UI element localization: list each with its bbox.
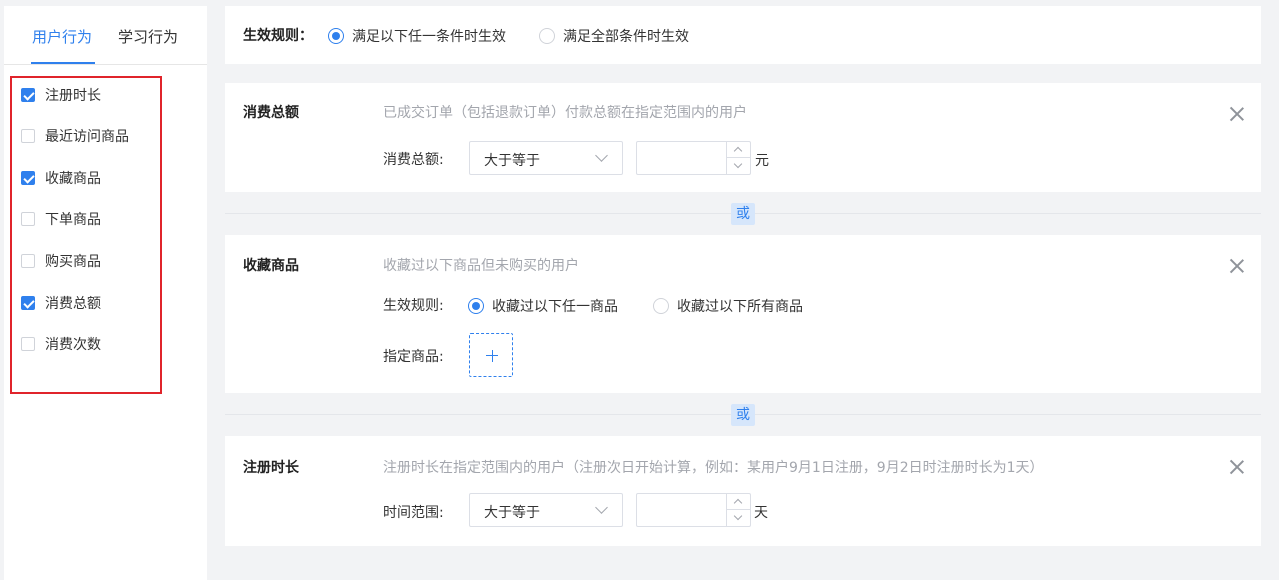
duration-stepper[interactable] (636, 493, 751, 527)
operator-select[interactable]: 大于等于 (469, 493, 623, 527)
duration-input[interactable] (637, 494, 727, 526)
increment-icon[interactable] (727, 494, 750, 510)
condition-item-purchased-goods[interactable]: 购买商品 (21, 251, 101, 271)
card-title: 注册时长 (243, 460, 299, 476)
checkbox[interactable] (21, 337, 35, 351)
condition-item-consumption-count[interactable]: 消费次数 (21, 334, 101, 354)
divider (225, 213, 731, 214)
card-description: 注册时长在指定范围内的用户（注册次日开始计算，例如：某用户9月1日注册，9月2日… (383, 460, 1044, 476)
field-label: 指定商品: (383, 349, 444, 365)
condition-sidebar: 用户行为 学习行为 注册时长 最近访问商品 收藏商品 下单商品 购买商品 消费总… (4, 6, 207, 580)
favorite-option-all[interactable]: 收藏过以下所有商品 (653, 296, 803, 316)
condition-item-consumption-total[interactable]: 消费总额 (21, 293, 101, 313)
increment-icon[interactable] (727, 142, 750, 158)
condition-item-ordered-goods[interactable]: 下单商品 (21, 209, 101, 229)
tab-learning-behavior[interactable]: 学习行为 (118, 26, 178, 47)
rule-option-all[interactable]: 满足全部条件时生效 (539, 26, 689, 46)
unit-label: 天 (754, 505, 768, 521)
condition-label: 收藏商品 (45, 171, 101, 187)
checkbox[interactable] (21, 129, 35, 143)
radio-icon[interactable] (539, 28, 555, 44)
close-icon[interactable] (1229, 459, 1245, 475)
stepper-controls (726, 494, 750, 526)
active-tab-indicator (31, 62, 95, 64)
condition-label: 消费总额 (45, 296, 101, 312)
decrement-icon[interactable] (727, 510, 750, 526)
or-badge: 或 (731, 404, 755, 426)
stepper-controls (726, 142, 750, 174)
check-icon[interactable] (21, 296, 35, 310)
divider (755, 414, 1261, 415)
select-value: 大于等于 (484, 153, 540, 169)
radio-selected-icon[interactable] (468, 298, 484, 314)
checkbox[interactable] (21, 254, 35, 268)
condition-item-recent-visit-goods[interactable]: 最近访问商品 (21, 126, 129, 146)
or-separator: 或 (225, 203, 1261, 225)
effective-rule-card: 生效规则： 满足以下任一条件时生效 满足全部条件时生效 (225, 6, 1261, 64)
condition-item-register-duration[interactable]: 注册时长 (21, 85, 101, 105)
radio-label: 满足全部条件时生效 (563, 29, 689, 45)
operator-select[interactable]: 大于等于 (469, 141, 623, 175)
or-separator: 或 (225, 404, 1261, 426)
card-title: 消费总额 (243, 105, 299, 121)
checkbox[interactable] (21, 212, 35, 226)
condition-label: 下单商品 (45, 212, 101, 228)
condition-label: 注册时长 (45, 88, 101, 104)
condition-label: 消费次数 (45, 337, 101, 353)
select-value: 大于等于 (484, 505, 540, 521)
close-icon[interactable] (1229, 258, 1245, 274)
field-label: 生效规则: (383, 298, 444, 314)
radio-icon[interactable] (653, 298, 669, 314)
field-label: 消费总额: (383, 152, 444, 168)
unit-label: 元 (755, 153, 769, 169)
amount-stepper[interactable] (636, 141, 751, 175)
divider (225, 414, 731, 415)
condition-item-favorite-goods[interactable]: 收藏商品 (21, 168, 101, 188)
tab-user-behavior[interactable]: 用户行为 (32, 26, 92, 47)
add-goods-button[interactable] (469, 333, 513, 377)
radio-label: 满足以下任一条件时生效 (352, 29, 506, 45)
register-duration-card: 注册时长 注册时长在指定范围内的用户（注册次日开始计算，例如：某用户9月1日注册… (225, 436, 1261, 546)
rule-label: 生效规则： (243, 28, 313, 44)
check-icon[interactable] (21, 171, 35, 185)
chevron-down-icon (595, 501, 608, 514)
favorite-goods-card: 收藏商品 收藏过以下商品但未购买的用户 生效规则: 收藏过以下任一商品 收藏过以… (225, 235, 1261, 393)
divider (755, 213, 1261, 214)
rule-option-any[interactable]: 满足以下任一条件时生效 (328, 26, 506, 46)
radio-label: 收藏过以下任一商品 (492, 299, 618, 315)
chevron-down-icon (595, 149, 608, 162)
sidebar-tabs: 用户行为 学习行为 (4, 6, 207, 65)
consumption-total-card: 消费总额 已成交订单（包括退款订单）付款总额在指定范围内的用户 消费总额: 大于… (225, 83, 1261, 192)
amount-input[interactable] (637, 142, 727, 174)
card-description: 收藏过以下商品但未购买的用户 (383, 258, 579, 274)
card-description: 已成交订单（包括退款订单）付款总额在指定范围内的用户 (383, 105, 747, 121)
close-icon[interactable] (1229, 106, 1245, 122)
card-title: 收藏商品 (243, 258, 299, 274)
decrement-icon[interactable] (727, 158, 750, 174)
or-badge: 或 (731, 203, 755, 225)
field-label: 时间范围: (383, 505, 444, 521)
check-icon[interactable] (21, 88, 35, 102)
condition-label: 最近访问商品 (45, 129, 129, 145)
radio-selected-icon[interactable] (328, 28, 344, 44)
radio-label: 收藏过以下所有商品 (677, 299, 803, 315)
plus-icon (491, 349, 493, 362)
favorite-option-any[interactable]: 收藏过以下任一商品 (468, 296, 618, 316)
condition-label: 购买商品 (45, 254, 101, 270)
